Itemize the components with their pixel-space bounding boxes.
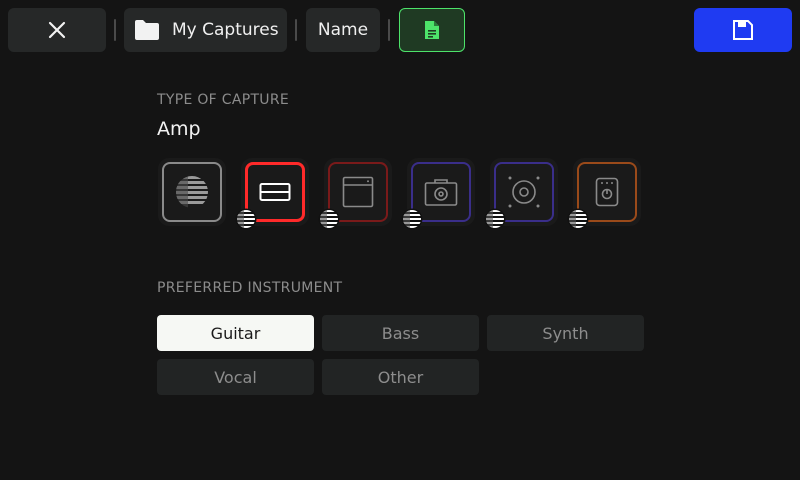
speaker-icon — [508, 176, 540, 208]
folder-button[interactable]: My Captures — [124, 8, 287, 52]
striped-sphere-icon — [176, 176, 208, 208]
capture-option-amp-head[interactable] — [235, 158, 309, 230]
combo-amp-icon — [342, 176, 374, 208]
instrument-option-other[interactable]: Other — [322, 359, 479, 395]
capture-type-label: TYPE OF CAPTURE — [157, 92, 290, 108]
save-icon — [733, 20, 753, 40]
instrument-option-bass[interactable]: Bass — [322, 315, 479, 351]
instrument-option-vocal[interactable]: Vocal — [157, 359, 314, 395]
close-icon — [48, 21, 66, 39]
instrument-option-synth[interactable]: Synth — [487, 315, 644, 351]
top-bar: My Captures Name — [0, 0, 800, 60]
capture-type-value: Amp — [157, 118, 201, 140]
name-button[interactable]: Name — [306, 8, 380, 52]
divider — [114, 19, 116, 41]
folder-icon — [135, 20, 159, 40]
capture-option-frame — [162, 162, 222, 222]
folder-label: My Captures — [172, 20, 279, 40]
badge-stripes-icon — [318, 208, 340, 230]
close-button[interactable] — [8, 8, 106, 52]
capture-option-speaker[interactable] — [484, 158, 558, 230]
document-button[interactable] — [399, 8, 465, 52]
divider — [295, 19, 297, 41]
capture-option-combo-amp[interactable] — [318, 158, 392, 230]
preferred-instrument-label: PREFERRED INSTRUMENT — [157, 280, 343, 296]
name-label: Name — [317, 20, 369, 40]
capture-option-full-rig[interactable] — [158, 158, 226, 226]
capture-option-cabinet[interactable] — [401, 158, 475, 230]
divider — [388, 19, 390, 41]
badge-stripes-icon — [567, 208, 589, 230]
document-icon — [425, 21, 439, 39]
pedal-icon — [595, 177, 619, 207]
instrument-option-guitar[interactable]: Guitar — [157, 315, 314, 351]
badge-stripes-icon — [235, 208, 257, 230]
badge-stripes-icon — [484, 208, 506, 230]
capture-option-pedal[interactable] — [567, 158, 641, 230]
badge-stripes-icon — [401, 208, 423, 230]
cabinet-icon — [424, 179, 458, 206]
save-button[interactable] — [694, 8, 792, 52]
amp-head-icon — [259, 183, 291, 201]
